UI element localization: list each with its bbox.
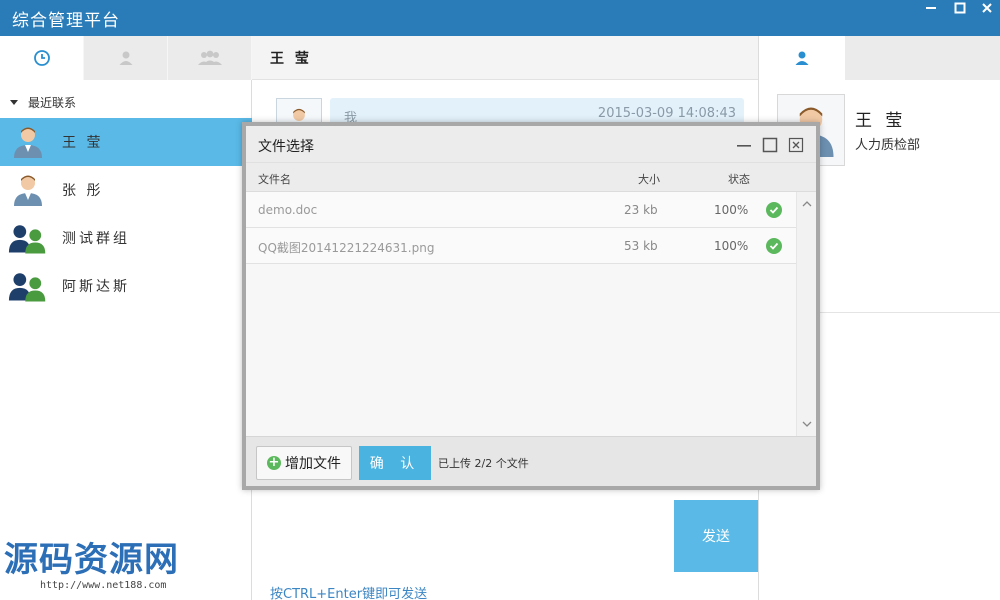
watermark-text: 源码资源网 [4,540,179,580]
close-icon [982,3,992,13]
message-time: 2015-03-09 14:08:43 [597,106,736,121]
column-header-name: 文件名 [258,173,291,186]
check-icon [766,238,782,254]
contact-name: 测试群组 [62,231,130,247]
contacts-panel: 最近联系 王 莹 张 彤 测试群组 阿斯达斯 [0,36,252,600]
scroll-up-icon[interactable] [801,198,813,210]
person-avatar-icon [14,127,42,158]
column-header-status: 状态 [728,173,750,186]
minimize-icon [926,7,936,9]
close-icon [788,137,804,153]
tab-profile[interactable] [759,36,845,80]
scroll-down-icon[interactable] [801,418,813,430]
contact-list: 王 莹 张 彤 测试群组 阿斯达斯 [0,118,252,310]
file-list-scrollbar[interactable] [796,192,816,436]
profile-department: 人力质检部 [855,138,921,153]
recent-group-header[interactable]: 最近联系 [10,94,76,111]
file-progress: 100% [714,203,749,217]
contacts-tabs [0,36,252,80]
minimize-icon [737,145,751,147]
contact-item[interactable]: 王 莹 [0,118,252,166]
watermark-url: http://www.net188.com [40,580,167,591]
close-button[interactable] [976,0,998,16]
file-name: demo.doc [258,203,318,217]
maximize-button[interactable] [949,0,971,16]
confirm-button[interactable]: 确 认 [359,446,431,480]
tab-contacts[interactable] [84,36,168,80]
contact-name: 阿斯达斯 [62,279,130,295]
dialog-close-button[interactable] [786,136,806,154]
title-bar: 综合管理平台 [0,0,1000,36]
maximize-icon [954,2,966,14]
tab-recent[interactable] [0,36,84,80]
file-progress: 100% [714,239,749,253]
person-avatar [8,170,48,210]
maximize-icon [762,137,778,153]
group-avatar-icon [8,225,46,254]
contact-item[interactable]: 测试群组 [0,214,252,262]
chat-contact-name: 王 莹 [270,51,312,67]
tab-groups[interactable] [168,36,252,80]
group-avatar [8,266,48,306]
clock-icon [33,50,50,66]
send-button[interactable]: 发送 [674,500,758,572]
chat-header: 王 莹 [252,36,758,80]
recent-group-label: 最近联系 [28,96,77,110]
user-icon [795,51,809,65]
profile-tabs [759,36,1000,80]
file-size: 23 kb [624,203,658,217]
add-file-label: 增加文件 [285,456,341,472]
add-file-button[interactable]: + 增加文件 [256,446,352,480]
file-select-dialog: 文件选择 文件名 大小 状态 demo.doc 23 kb 100% QQ截图2… [242,122,820,490]
file-row[interactable]: QQ截图20141221224631.png 53 kb 100% [246,228,796,264]
watermark: 源码资源网 http://www.net188.com [4,532,210,596]
file-table-header: 文件名 大小 状态 [246,162,816,192]
user-icon [119,51,132,65]
contact-name: 张 彤 [62,183,104,199]
file-list: demo.doc 23 kb 100% QQ截图20141221224631.p… [246,192,796,436]
caret-down-icon [10,99,18,105]
file-name: QQ截图20141221224631.png [258,241,435,255]
dialog-maximize-button[interactable] [760,136,780,154]
dialog-footer: + 增加文件 确 认 已上传 2/2 个文件 [246,436,816,486]
dialog-title-bar[interactable]: 文件选择 [246,126,816,162]
dialog-title: 文件选择 [258,139,314,155]
group-avatar [8,218,48,258]
check-icon [766,202,782,218]
person-avatar-icon [14,175,42,206]
column-header-size: 大小 [638,173,660,186]
contact-item[interactable]: 张 彤 [0,166,252,214]
minimize-button[interactable] [920,0,942,16]
file-row[interactable]: demo.doc 23 kb 100% [246,192,796,228]
contact-name: 王 莹 [62,135,104,151]
file-size: 53 kb [624,239,658,253]
users-group-icon [197,50,222,65]
person-avatar [8,122,48,162]
dialog-minimize-button[interactable] [734,136,754,154]
upload-status: 已上传 2/2 个文件 [438,457,529,470]
group-avatar-icon [8,273,46,302]
plus-circle-icon: + [267,455,281,470]
send-hint: 按CTRL+Enter键即可发送 [270,587,428,600]
contact-item[interactable]: 阿斯达斯 [0,262,252,310]
profile-name: 王 莹 [855,111,907,131]
app-title: 综合管理平台 [12,11,120,31]
